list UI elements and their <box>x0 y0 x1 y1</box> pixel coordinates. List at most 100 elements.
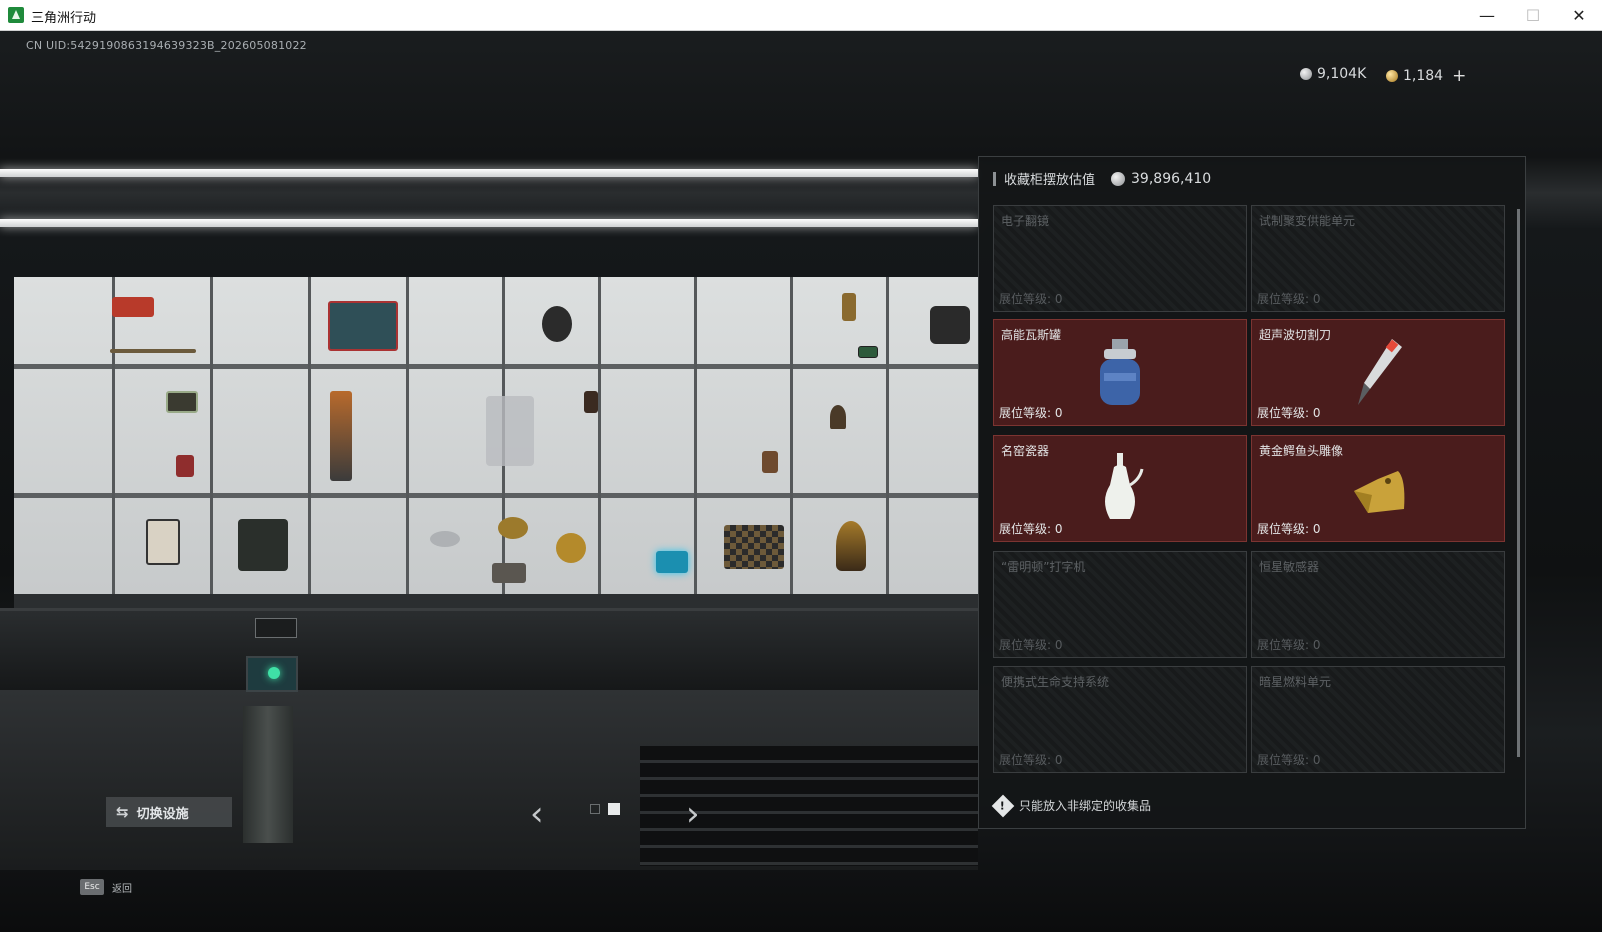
shelf-item-box[interactable] <box>176 455 194 477</box>
gold-amount: 1,184 <box>1403 68 1444 84</box>
collection-slot[interactable]: 恒星敏感器 展位等级: 0 <box>1251 551 1505 658</box>
collection-slot[interactable]: 黄金鳄鱼头雕像 展位等级: 0 <box>1251 435 1505 542</box>
slot-level: 展位等级: 0 <box>999 753 1063 767</box>
shelf-item-robot-arm[interactable] <box>486 396 534 466</box>
collection-cabinet-panel: 收藏柜摆放估值 39,896,410 电子翻镜 展位等级: 0 试制聚变供能单元… <box>978 156 1526 829</box>
shelf-item-bust[interactable] <box>830 405 846 429</box>
close-button[interactable]: ✕ <box>1556 0 1602 31</box>
switch-facility-button[interactable]: ⇆ 切换设施 <box>106 797 232 827</box>
next-page-arrow[interactable]: › <box>686 794 700 834</box>
page-indicator <box>590 803 620 815</box>
slot-level: 展位等级: 0 <box>1257 406 1321 420</box>
shelf-post <box>886 277 889 594</box>
back-control[interactable]: Esc 返回 <box>80 879 132 895</box>
warning-icon: ! <box>991 794 1015 817</box>
slot-name: 超声波切割刀 <box>1259 328 1332 342</box>
window-titlebar: 三角洲行动 — ☐ ✕ <box>0 0 1602 31</box>
slot-level: 展位等级: 0 <box>999 522 1063 536</box>
shelf-post <box>790 277 793 594</box>
shelf-item-backpack[interactable] <box>328 301 398 351</box>
porcelain-vase-icon <box>1105 452 1144 519</box>
shelf-base <box>14 594 978 608</box>
shelf-post <box>406 277 409 594</box>
shelf-item-case[interactable] <box>238 519 288 571</box>
silver-coin-icon <box>1300 68 1312 80</box>
app-logo-icon <box>8 7 24 23</box>
shelf-item-dish[interactable] <box>430 531 460 547</box>
shelf-item-screen[interactable] <box>656 551 688 573</box>
terminal-screen <box>246 656 298 692</box>
slot-level: 展位等级: 0 <box>1257 638 1321 652</box>
esc-key: Esc <box>80 879 104 895</box>
silver-coin-icon <box>1111 171 1126 186</box>
cabinet-value-amount: 39,896,410 <box>1131 170 1212 187</box>
slot-name: 黄金鳄鱼头雕像 <box>1259 444 1344 458</box>
collection-slot[interactable]: 超声波切割刀 展位等级: 0 <box>1251 319 1505 426</box>
cabinet-value: 39,896,410 <box>1111 171 1211 187</box>
collection-slot[interactable]: 名窑瓷器 展位等级: 0 <box>993 435 1247 542</box>
panel-scrollbar[interactable] <box>1517 209 1520 757</box>
player-uid: CN UID:5429190863194639323B_202605081022 <box>26 39 307 52</box>
facility-terminal[interactable] <box>238 618 304 843</box>
shelf-item-vacuum[interactable] <box>330 391 352 481</box>
collection-slot[interactable]: 暗星燃料单元 展位等级: 0 <box>1251 666 1505 773</box>
slot-name: 恒星敏感器 <box>1259 560 1320 574</box>
slot-name: 高能瓦斯罐 <box>1001 328 1062 342</box>
collection-slot[interactable]: 便携式生命支持系统 展位等级: 0 <box>993 666 1247 773</box>
shelf <box>14 493 978 498</box>
shelf-item-map[interactable] <box>492 563 526 583</box>
shelf-item-red-device[interactable] <box>112 297 154 317</box>
ceiling-light <box>0 219 978 227</box>
currency-gold[interactable]: 1,184 + <box>1386 66 1466 86</box>
shelf-item-gasmask[interactable] <box>542 306 572 342</box>
page-dot-active[interactable] <box>608 803 620 815</box>
shelf-item-console[interactable] <box>146 519 180 565</box>
collection-slot[interactable]: 电子翻镜 展位等级: 0 <box>993 205 1247 312</box>
collection-slot[interactable]: “雷明顿”打字机 展位等级: 0 <box>993 551 1247 658</box>
slot-name: 便携式生命支持系统 <box>1001 675 1110 689</box>
currency-silver[interactable]: 9,104K <box>1300 66 1366 82</box>
game-viewport: CN UID:5429190863194639323B_202605081022… <box>0 31 1602 932</box>
collection-slot[interactable]: 高能瓦斯罐 展位等级: 0 <box>993 319 1247 426</box>
prev-page-arrow[interactable]: ‹ <box>530 794 544 834</box>
shelf-item-trophy[interactable] <box>842 293 856 321</box>
shelf-item-radio[interactable] <box>166 391 198 413</box>
slot-name: 暗星燃料单元 <box>1259 675 1332 689</box>
minimize-button[interactable]: — <box>1464 0 1510 31</box>
panel-note: ! 只能放入非绑定的收集品 <box>991 794 1151 817</box>
shelf-item-rifle[interactable] <box>110 349 196 353</box>
shelf <box>14 364 978 369</box>
slot-level: 展位等级: 0 <box>1257 292 1321 306</box>
shelf-item-book[interactable] <box>762 451 778 473</box>
slot-name: “雷明顿”打字机 <box>1001 560 1086 574</box>
shelf-item-gramophone[interactable] <box>836 521 866 571</box>
display-counter <box>0 608 978 690</box>
ultrasonic-cutter-icon <box>1358 338 1402 405</box>
add-currency-button[interactable]: + <box>1452 66 1466 86</box>
shelf-item-gadget[interactable] <box>858 346 878 358</box>
gold-coin-icon <box>1386 70 1398 82</box>
window-title: 三角洲行动 <box>31 11 97 26</box>
maximize-button[interactable]: ☐ <box>1510 0 1556 31</box>
shelf-item-bottle[interactable] <box>584 391 598 413</box>
shelf-item-projector[interactable] <box>930 306 970 344</box>
slot-level: 展位等级: 0 <box>1257 753 1321 767</box>
scrollbar-thumb[interactable] <box>1517 209 1520 757</box>
shelf-item-chessboard[interactable] <box>724 525 784 569</box>
shelf-post <box>210 277 213 594</box>
slot-level: 展位等级: 0 <box>999 292 1063 306</box>
collection-slot[interactable]: 试制聚变供能单元 展位等级: 0 <box>1251 205 1505 312</box>
panel-header: 收藏柜摆放估值 39,896,410 <box>993 169 1211 188</box>
page-dot[interactable] <box>590 804 600 814</box>
gold-crocodile-icon <box>1354 470 1405 513</box>
shelf-post <box>598 277 601 594</box>
header-accent-bar <box>993 171 996 186</box>
shelf-item-gold-plate[interactable] <box>498 517 528 539</box>
shelf-post <box>694 277 697 594</box>
shelf-item-gold-ornament[interactable] <box>556 533 586 563</box>
silver-amount: 9,104K <box>1317 66 1367 82</box>
terminal-sign <box>255 618 297 638</box>
slot-name: 名窑瓷器 <box>1001 444 1050 458</box>
shelf-post <box>308 277 311 594</box>
shelf-post <box>112 277 115 594</box>
